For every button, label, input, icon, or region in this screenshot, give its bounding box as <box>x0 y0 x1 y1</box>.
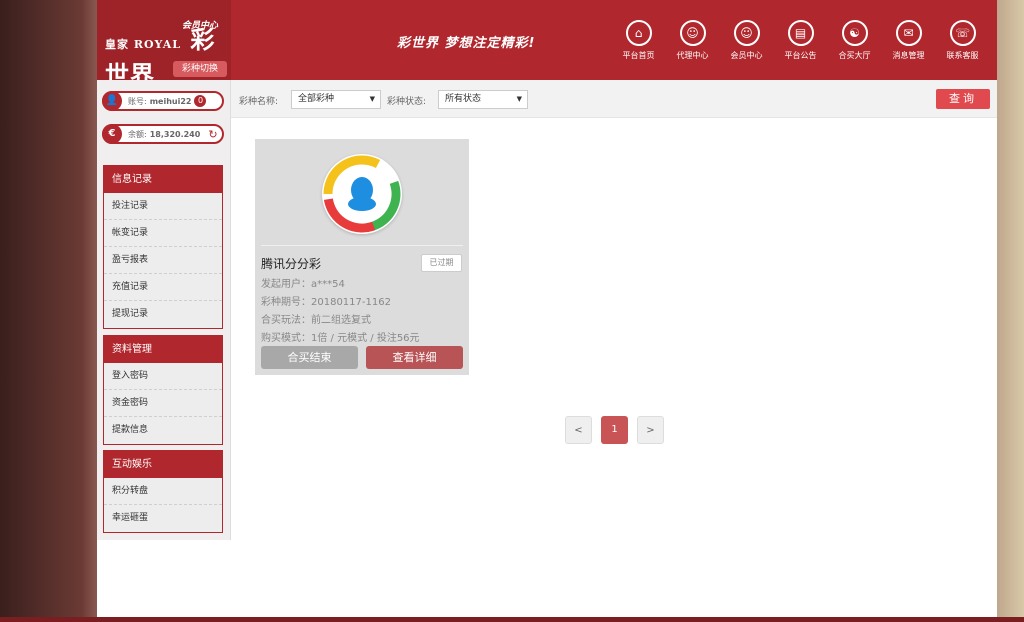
menu-group-title: 互动娱乐 <box>104 451 222 478</box>
sidebar: 👤 账号: meihui22 0 € 余额: 18,320.240 ↻ 信息记录… <box>97 80 231 540</box>
member-icon: ☺ <box>733 20 760 46</box>
view-details-button[interactable]: 查看详细 <box>366 346 463 369</box>
header: 会员中心 皇家 ROYAL 彩世界 彩种切换 彩世界 梦想注定精彩! ⌂ 平台首页… <box>97 0 997 89</box>
nav-label: 联系客服 <box>946 51 979 60</box>
sidebar-item[interactable]: 充值记录 <box>104 274 222 301</box>
prev-page-button[interactable]: < <box>565 416 592 444</box>
home-icon: ⌂ <box>625 20 652 46</box>
lottery-type-select[interactable]: 全部彩种 ▼ <box>291 90 381 109</box>
top-nav: ⌂ 平台首页 ☺ 代理中心 ☺ 会员中心 ▤ 平台公告 ☯ 合买大厅 ✉ 消息管理 ☏ 联系客服 <box>616 20 985 61</box>
account-label: 账号: <box>128 96 147 106</box>
group-buy-icon: ☯ <box>841 20 868 46</box>
nav-item-6[interactable]: ☏ 联系客服 <box>940 20 985 61</box>
menu-group-title: 信息记录 <box>104 166 222 193</box>
lottery-status-value: 所有状态 <box>445 94 482 104</box>
slogan: 彩世界 梦想注定精彩! <box>397 36 536 51</box>
logo-brand: 皇家 ROYAL <box>105 38 181 51</box>
user-icon: 👤 <box>102 91 122 111</box>
card-title: 腾讯分分彩 <box>261 257 322 271</box>
sidebar-item[interactable]: 资金密码 <box>104 390 222 417</box>
balance-value: 18,320.240 <box>149 129 201 139</box>
card-buy-mode: 购买模式：1倍 / 元模式 / 投注56元 <box>261 333 420 344</box>
page-frame: 会员中心 皇家 ROYAL 彩世界 彩种切换 彩世界 梦想注定精彩! ⌂ 平台首页… <box>97 0 997 622</box>
status-badge: 已过期 <box>421 254 462 272</box>
nav-item-2[interactable]: ☺ 会员中心 <box>724 20 769 61</box>
sidebar-item[interactable]: 幸运砸蛋 <box>104 505 222 532</box>
nav-item-4[interactable]: ☯ 合买大厅 <box>832 20 877 61</box>
nav-label: 会员中心 <box>730 51 763 60</box>
lottery-switch-button[interactable]: 彩种切换 <box>173 61 227 77</box>
card-initiator: 发起用户：a***54 <box>261 279 345 290</box>
nav-item-1[interactable]: ☺ 代理中心 <box>670 20 715 61</box>
card-issue: 彩种期号：20180117-1162 <box>261 297 391 308</box>
nav-item-5[interactable]: ✉ 消息管理 <box>886 20 931 61</box>
sidebar-item[interactable]: 积分转盘 <box>104 478 222 505</box>
card-divider <box>261 245 463 246</box>
lottery-status-label: 彩种状态: <box>387 97 427 107</box>
query-button[interactable]: 查询 <box>936 89 990 109</box>
message-count-badge[interactable]: 0 <box>194 95 207 107</box>
nav-label: 代理中心 <box>676 51 709 60</box>
card-play-type: 合买玩法：前二组选复式 <box>261 315 371 326</box>
sidebar-item[interactable]: 提款信息 <box>104 417 222 444</box>
lottery-status-select[interactable]: 所有状态 ▼ <box>438 90 528 109</box>
logo-area: 会员中心 皇家 ROYAL 彩世界 彩种切换 <box>97 0 231 89</box>
group-buy-card: 腾讯分分彩 已过期 发起用户：a***54 彩种期号：20180117-1162… <box>255 139 469 375</box>
sidebar-item[interactable]: 提现记录 <box>104 301 222 328</box>
nav-label: 合买大厅 <box>838 51 871 60</box>
euro-icon: € <box>102 124 122 144</box>
nav-item-3[interactable]: ▤ 平台公告 <box>778 20 823 61</box>
balance-label: 余额: <box>128 129 147 139</box>
notice-icon: ▤ <box>787 20 814 46</box>
chevron-down-icon: ▼ <box>369 95 375 103</box>
menu-group-2: 互动娱乐 积分转盘 幸运砸蛋 <box>103 450 223 533</box>
bottom-bar <box>0 617 1024 622</box>
current-page-button[interactable]: 1 <box>601 416 628 444</box>
sidebar-item[interactable]: 投注记录 <box>104 193 222 220</box>
group-buy-ended-button[interactable]: 合买结束 <box>261 346 358 369</box>
user-icon: ☺ <box>679 20 706 46</box>
sidebar-item[interactable]: 帐变记录 <box>104 220 222 247</box>
refresh-icon[interactable]: ↻ <box>208 128 217 141</box>
nav-label: 消息管理 <box>892 51 925 60</box>
tencent-lottery-logo <box>322 154 402 234</box>
menu-group-title: 资料管理 <box>104 336 222 363</box>
balance-pill: € 余额: 18,320.240 ↻ <box>102 124 224 144</box>
menu-group-1: 资料管理 登入密码 资金密码 提款信息 <box>103 335 223 445</box>
nav-label: 平台公告 <box>784 51 817 60</box>
account-pill: 👤 账号: meihui22 0 <box>102 91 224 111</box>
account-username: meihui22 <box>149 96 192 106</box>
sidebar-item[interactable]: 登入密码 <box>104 363 222 390</box>
message-icon: ✉ <box>895 20 922 46</box>
lottery-type-label: 彩种名称: <box>239 97 279 107</box>
nav-item-0[interactable]: ⌂ 平台首页 <box>616 20 661 61</box>
sidebar-item[interactable]: 盈亏报表 <box>104 247 222 274</box>
nav-label: 平台首页 <box>622 51 655 60</box>
next-page-button[interactable]: > <box>637 416 664 444</box>
menu-group-0: 信息记录 投注记录 帐变记录 盈亏报表 充值记录 提现记录 <box>103 165 223 329</box>
filter-bar: 彩种名称: 全部彩种 ▼ 彩种状态: 所有状态 ▼ 查询 <box>231 80 997 118</box>
chevron-down-icon: ▼ <box>516 95 522 103</box>
lottery-type-value: 全部彩种 <box>298 94 335 104</box>
headset-icon: ☏ <box>949 20 976 46</box>
